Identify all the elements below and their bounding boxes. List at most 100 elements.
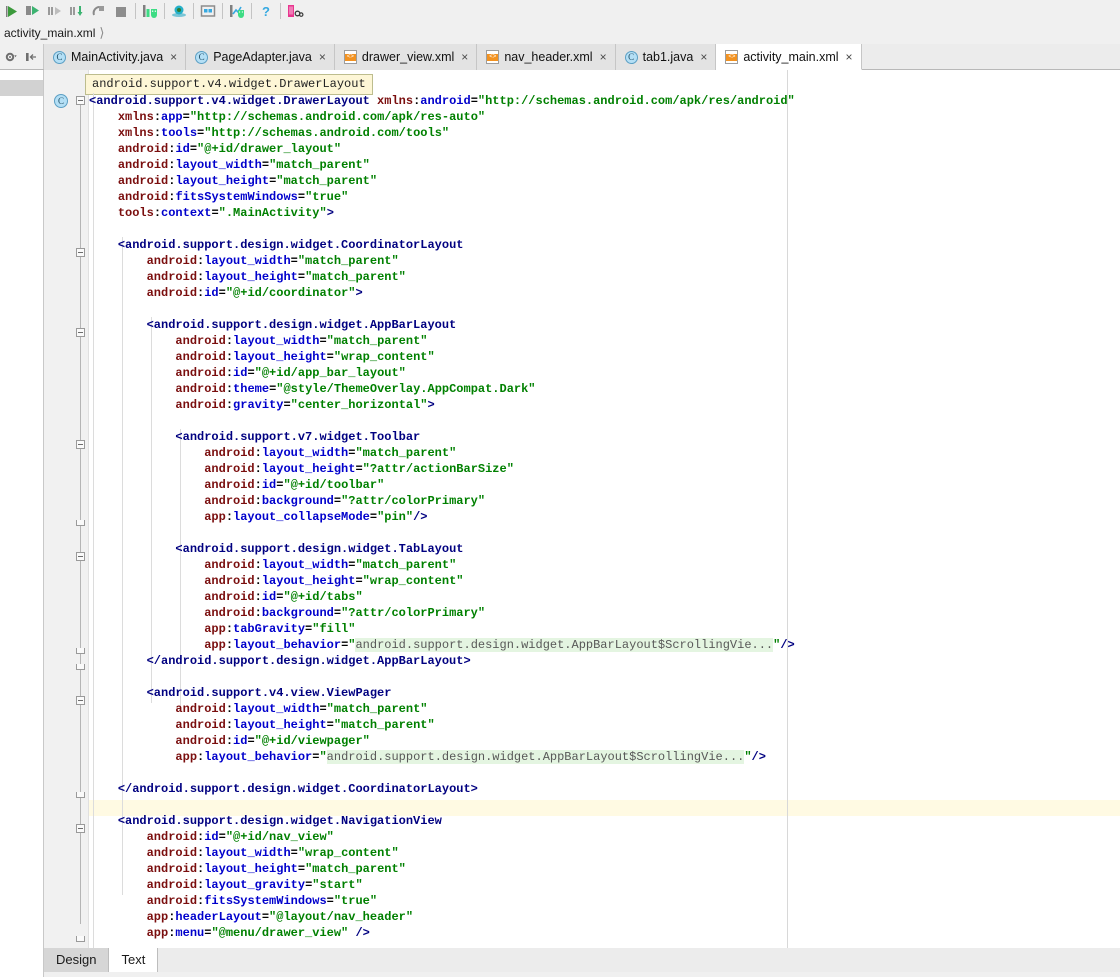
code-line[interactable]: android:fitsSystemWindows="true" — [89, 893, 1120, 909]
editor-tab-pageadapter-java[interactable]: C PageAdapter.java × — [186, 44, 335, 70]
code-line[interactable] — [89, 413, 1120, 429]
help-icon[interactable]: ? — [255, 1, 277, 21]
debug-icon[interactable] — [22, 1, 44, 21]
close-icon[interactable]: × — [170, 51, 177, 63]
code-surface[interactable]: android.support.v4.widget.DrawerLayout <… — [85, 70, 1120, 948]
folded-text[interactable]: android.support.design.widget.AppBarLayo… — [355, 638, 774, 652]
code-line[interactable]: xmlns:tools="http://schemas.android.com/… — [89, 125, 1120, 141]
fold-end-navigationview[interactable] — [76, 936, 85, 942]
editor-tab-mainactivity-java[interactable]: C MainActivity.java × — [44, 44, 187, 70]
device-icon[interactable] — [284, 1, 306, 21]
code-line[interactable]: android:fitsSystemWindows="true" — [89, 189, 1120, 205]
code-line[interactable]: app:headerLayout="@layout/nav_header" — [89, 909, 1120, 925]
fold-toggle-viewpager[interactable] — [76, 696, 85, 705]
code-line[interactable]: android:layout_width="match_parent" — [89, 157, 1120, 173]
close-icon[interactable]: × — [600, 51, 607, 63]
editor-tab-tab1-java[interactable]: Ctab1.java × — [615, 44, 717, 70]
editor-gutter[interactable]: C — [44, 70, 89, 948]
editor-tab-drawer-view-xml[interactable]: drawer_view.xml × — [334, 44, 478, 70]
code-line[interactable]: android:id="@+id/app_bar_layout" — [89, 365, 1120, 381]
code-line[interactable]: android:gravity="center_horizontal"> — [89, 397, 1120, 413]
code-line[interactable]: <android.support.v7.widget.Toolbar — [89, 429, 1120, 445]
code-line[interactable]: android:layout_gravity="start" — [89, 877, 1120, 893]
code-line[interactable]: <android.support.v4.view.ViewPager — [89, 685, 1120, 701]
code-line[interactable] — [89, 221, 1120, 237]
code-lines[interactable]: <android.support.v4.widget.DrawerLayout … — [89, 93, 1120, 941]
fold-toggle-coordinatorlayout[interactable] — [76, 248, 85, 257]
code-line[interactable]: android:layout_width="wrap_content" — [89, 845, 1120, 861]
close-icon[interactable]: × — [319, 51, 326, 63]
code-line[interactable]: android:layout_height="match_parent" — [89, 861, 1120, 877]
code-line[interactable]: android:layout_width="match_parent" — [89, 557, 1120, 573]
fold-end-toolbar[interactable] — [76, 520, 85, 526]
code-line[interactable]: android:theme="@style/ThemeOverlay.AppCo… — [89, 381, 1120, 397]
step-into-icon[interactable] — [66, 1, 88, 21]
code-line[interactable]: android:id="@+id/viewpager" — [89, 733, 1120, 749]
code-line[interactable]: android:layout_height="wrap_content" — [89, 349, 1120, 365]
fold-toggle-toolbar[interactable] — [76, 440, 85, 449]
code-line[interactable]: <android.support.design.widget.Navigatio… — [89, 813, 1120, 829]
code-line[interactable]: app:layout_behavior="android.support.des… — [89, 637, 1120, 653]
stop-icon[interactable] — [110, 1, 132, 21]
code-line[interactable]: android:layout_width="match_parent" — [89, 253, 1120, 269]
code-line[interactable]: android:id="@+id/nav_view" — [89, 829, 1120, 845]
fold-toggle-navigationview[interactable] — [76, 824, 85, 833]
code-line[interactable]: android:layout_height="match_parent" — [89, 173, 1120, 189]
code-line[interactable]: android:layout_height="?attr/actionBarSi… — [89, 461, 1120, 477]
code-line[interactable]: android:layout_height="match_parent" — [89, 717, 1120, 733]
code-line[interactable]: xmlns:app="http://schemas.android.com/ap… — [89, 109, 1120, 125]
code-line[interactable]: android:id="@+id/drawer_layout" — [89, 141, 1120, 157]
step-over-icon[interactable] — [44, 1, 66, 21]
code-line[interactable]: android:background="?attr/colorPrimary" — [89, 605, 1120, 621]
close-icon[interactable]: × — [461, 51, 468, 63]
code-line[interactable]: android:layout_height="wrap_content" — [89, 573, 1120, 589]
folded-text[interactable]: android.support.design.widget.AppBarLayo… — [326, 750, 745, 764]
fold-toggle-tablayout[interactable] — [76, 552, 85, 561]
fold-end-coordinatorlayout[interactable] — [76, 792, 85, 798]
code-line[interactable]: android:id="@+id/toolbar" — [89, 477, 1120, 493]
code-line[interactable] — [89, 525, 1120, 541]
run-icon[interactable] — [0, 1, 22, 21]
fold-toggle-drawerlayout[interactable] — [76, 96, 85, 105]
layout-inspector-icon[interactable] — [197, 1, 219, 21]
code-line[interactable] — [89, 669, 1120, 685]
code-line[interactable]: app:tabGravity="fill" — [89, 621, 1120, 637]
settings-gear-icon[interactable] — [2, 48, 20, 66]
code-line[interactable] — [89, 797, 1120, 813]
code-line[interactable]: </android.support.design.widget.AppBarLa… — [89, 653, 1120, 669]
code-line[interactable] — [89, 765, 1120, 781]
code-line[interactable]: <android.support.v4.widget.DrawerLayout … — [89, 93, 1120, 109]
step-out-icon[interactable] — [88, 1, 110, 21]
code-line[interactable]: android:layout_width="match_parent" — [89, 445, 1120, 461]
editor-tab-nav-header-xml[interactable]: nav_header.xml × — [477, 44, 616, 70]
code-line[interactable]: <android.support.design.widget.TabLayout — [89, 541, 1120, 557]
code-line[interactable]: android:id="@+id/coordinator"> — [89, 285, 1120, 301]
code-line[interactable]: android:layout_width="match_parent" — [89, 333, 1120, 349]
bottom-tab-text[interactable]: Text — [109, 948, 159, 972]
class-marker-icon[interactable]: C — [54, 94, 68, 108]
code-line[interactable]: android:background="?attr/colorPrimary" — [89, 493, 1120, 509]
close-icon[interactable]: × — [700, 51, 707, 63]
code-line[interactable]: android:layout_height="match_parent" — [89, 269, 1120, 285]
android-monitor-icon[interactable] — [226, 1, 248, 21]
code-line[interactable] — [89, 301, 1120, 317]
code-line[interactable]: android:id="@+id/tabs" — [89, 589, 1120, 605]
bottom-tab-design[interactable]: Design — [44, 948, 110, 972]
breadcrumb-file[interactable]: activity_main.xml — [0, 22, 95, 44]
code-line[interactable]: <android.support.design.widget.Coordinat… — [89, 237, 1120, 253]
code-line[interactable]: app:layout_collapseMode="pin"/> — [89, 509, 1120, 525]
code-line[interactable]: tools:context=".MainActivity"> — [89, 205, 1120, 221]
editor-tab-activity-main-xml[interactable]: activity_main.xml × — [716, 44, 862, 70]
sdk-manager-icon[interactable] — [139, 1, 161, 21]
code-line[interactable]: app:menu="@menu/drawer_view" /> — [89, 925, 1120, 941]
close-icon[interactable]: × — [846, 51, 853, 63]
hide-panel-icon[interactable] — [22, 48, 40, 66]
code-line[interactable]: app:layout_behavior="android.support.des… — [89, 749, 1120, 765]
fold-end-appbarlayout[interactable] — [76, 664, 85, 670]
fold-end-tablayout[interactable] — [76, 648, 85, 654]
fold-toggle-appbarlayout[interactable] — [76, 328, 85, 337]
code-line[interactable]: <android.support.design.widget.AppBarLay… — [89, 317, 1120, 333]
avd-manager-icon[interactable] — [168, 1, 190, 21]
code-line[interactable]: </android.support.design.widget.Coordina… — [89, 781, 1120, 797]
code-line[interactable]: android:layout_width="match_parent" — [89, 701, 1120, 717]
